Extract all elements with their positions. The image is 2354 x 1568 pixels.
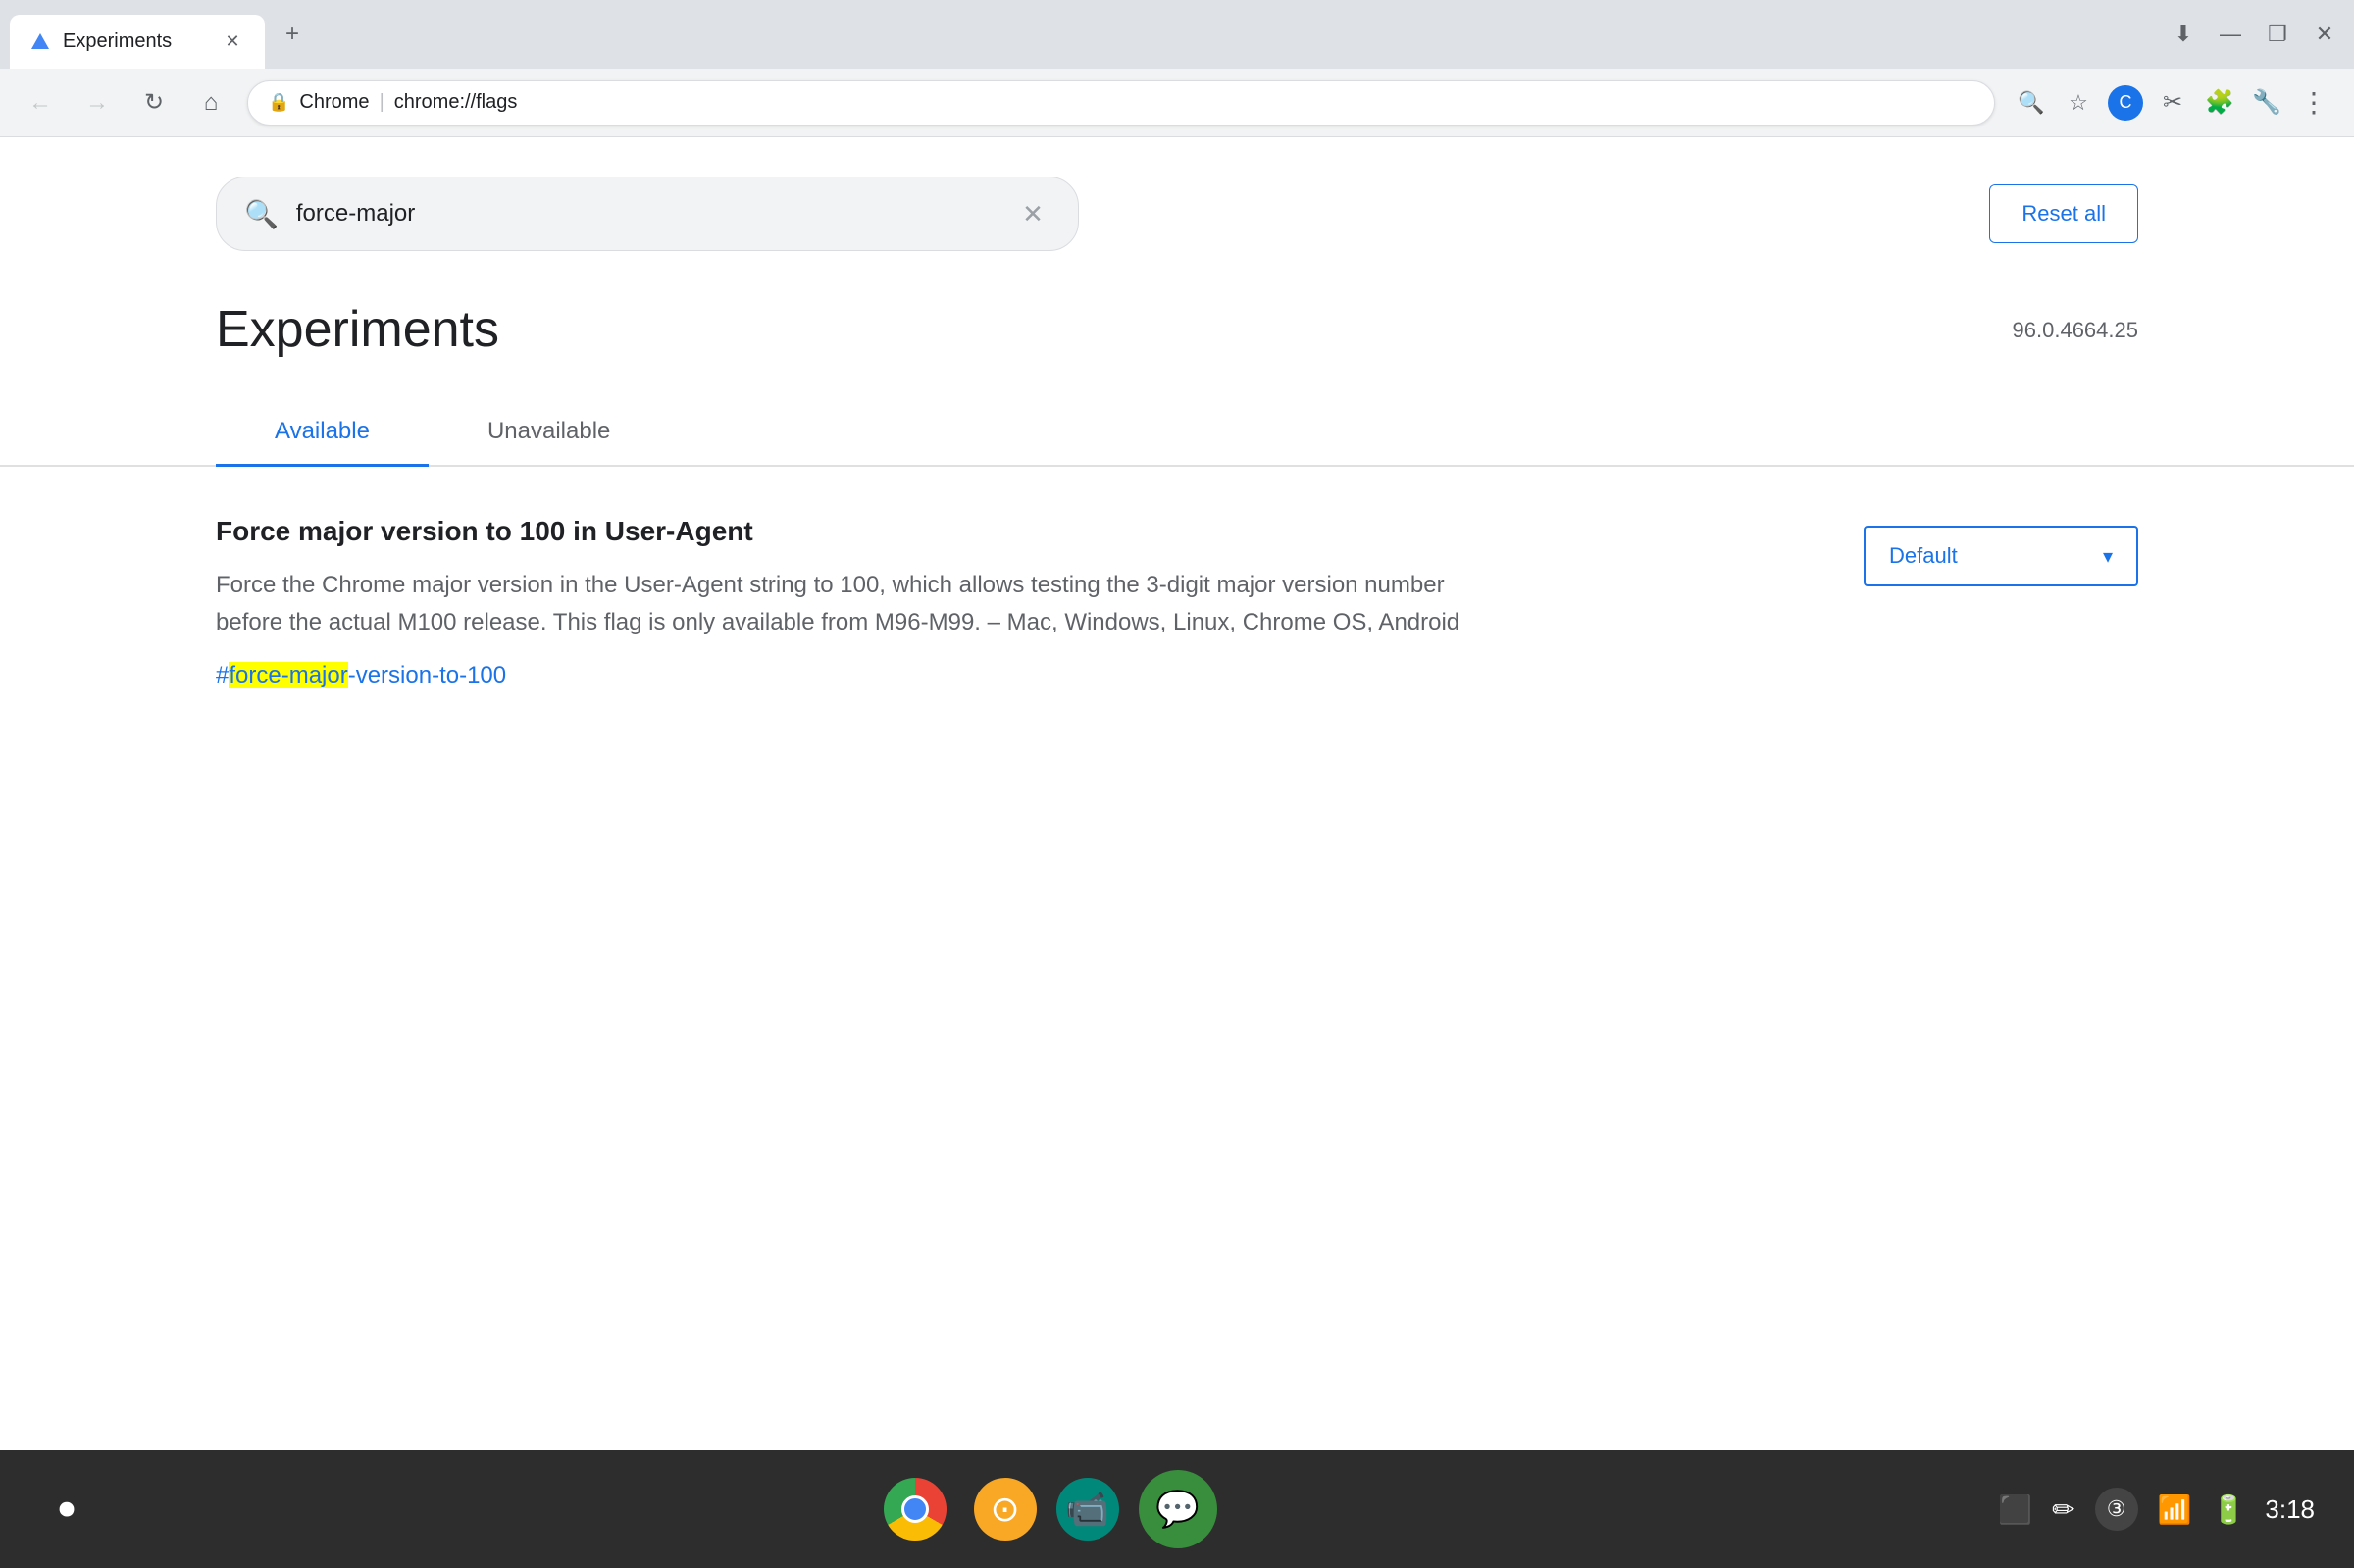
tab-unavailable[interactable]: Unavailable <box>429 398 669 465</box>
tabs-container: Available Unavailable <box>0 359 2354 467</box>
taskbar-meet-icon[interactable]: 📹 <box>1056 1478 1119 1541</box>
taskbar-battery-icon[interactable]: 🔋 <box>2212 1493 2246 1526</box>
version-text: 96.0.4664.25 <box>2013 318 2138 343</box>
flag-title: Force major version to 100 in User-Agent <box>216 516 1491 547</box>
taskbar-clock: 3:18 <box>2265 1494 2315 1525</box>
menu-button[interactable]: ⋮ <box>2293 82 2334 124</box>
taskbar-center: ⊙ 📹 💬 <box>114 1470 1978 1548</box>
address-site-label: Chrome <box>299 91 369 114</box>
tab-close-button[interactable]: ✕ <box>220 29 245 55</box>
window-controls: ⬇ — ❐ ✕ <box>2164 15 2344 54</box>
taskbar-record-icon[interactable]: ⏺ <box>39 1482 94 1537</box>
search-icon: 🔍 <box>244 198 279 230</box>
flag-dropdown-wrapper: Default ▾ <box>1844 526 2138 586</box>
refresh-button[interactable]: ↻ <box>133 82 175 124</box>
close-button[interactable]: ✕ <box>2305 15 2344 54</box>
flag-dropdown-value: Default <box>1889 543 1958 569</box>
tab-available[interactable]: Available <box>216 398 429 465</box>
new-tab-button[interactable]: + <box>271 13 314 56</box>
title-bar: Experiments ✕ + ⬇ — ❐ ✕ <box>0 0 2354 69</box>
flag-link-hash: # <box>216 662 229 688</box>
search-area: 🔍 ✕ Reset all <box>0 137 2354 251</box>
reset-all-button[interactable]: Reset all <box>1989 184 2138 243</box>
search-box[interactable]: 🔍 ✕ <box>216 177 1079 251</box>
puzzle-extension-icon[interactable]: 🧩 <box>2199 82 2240 124</box>
taskbar-screenshot-icon[interactable]: ⬛ <box>1998 1493 2032 1526</box>
flag-dropdown[interactable]: Default ▾ <box>1864 526 2138 586</box>
tab-title: Experiments <box>63 30 208 53</box>
flag-row: Force major version to 100 in User-Agent… <box>216 516 2138 689</box>
flag-section: Force major version to 100 in User-Agent… <box>0 467 2354 738</box>
experiments-header: Experiments 96.0.4664.25 <box>0 251 2354 359</box>
address-bar[interactable]: 🔒 Chrome | chrome://flags <box>247 80 1995 126</box>
home-button[interactable]: ⌂ <box>190 82 231 124</box>
maximize-button[interactable]: ❐ <box>2258 15 2297 54</box>
flag-link-highlighted: force-major <box>229 662 347 688</box>
flag-link[interactable]: #force-major-version-to-100 <box>216 662 1491 689</box>
search-clear-button[interactable]: ✕ <box>1015 196 1050 231</box>
flag-anchor[interactable]: #force-major-version-to-100 <box>216 662 506 688</box>
browser-toolbar: ← → ↻ ⌂ 🔒 Chrome | chrome://flags 🔍 ☆ C … <box>0 69 2354 137</box>
tab-favicon <box>29 31 51 53</box>
taskbar-wifi-icon[interactable]: 📶 <box>2158 1493 2192 1526</box>
search-input[interactable] <box>296 200 998 228</box>
page-title: Experiments <box>216 300 499 359</box>
flag-info: Force major version to 100 in User-Agent… <box>216 516 1491 689</box>
forward-button[interactable]: → <box>77 82 118 124</box>
chrome-inner-circle <box>901 1495 929 1523</box>
taskbar-chrome-icon[interactable] <box>876 1470 954 1548</box>
address-separator: | <box>380 91 384 114</box>
back-button[interactable]: ← <box>20 82 61 124</box>
flag-description: Force the Chrome major version in the Us… <box>216 567 1491 642</box>
taskbar-yellow-app-icon[interactable]: ⊙ <box>974 1478 1037 1541</box>
address-url-text: chrome://flags <box>394 91 1974 114</box>
active-tab[interactable]: Experiments ✕ <box>10 15 265 69</box>
custom-extension-icon[interactable]: 🔧 <box>2246 82 2287 124</box>
page-content: 🔍 ✕ Reset all Experiments 96.0.4664.25 A… <box>0 137 2354 1450</box>
minimize-button[interactable]: — <box>2211 15 2250 54</box>
taskbar-right: ⬛ ✏ ③ 📶 🔋 3:18 <box>1998 1488 2315 1531</box>
bookmark-icon[interactable]: ☆ <box>2058 82 2099 124</box>
taskbar-left: ⏺ <box>39 1482 94 1537</box>
flag-link-rest: -version-to-100 <box>348 662 506 688</box>
search-toolbar-icon[interactable]: 🔍 <box>2011 82 2052 124</box>
dropdown-arrow-icon: ▾ <box>2103 544 2113 569</box>
taskbar-pen-icon[interactable]: ✏ <box>2052 1493 2074 1526</box>
download-button[interactable]: ⬇ <box>2164 15 2203 54</box>
scissors-extension-icon[interactable]: ✂ <box>2152 82 2193 124</box>
avatar-icon[interactable]: C <box>2105 82 2146 124</box>
taskbar: ⏺ ⊙ 📹 💬 ⬛ ✏ ③ 📶 🔋 <box>0 1450 2354 1568</box>
taskbar-green-app-icon[interactable]: 💬 <box>1139 1470 1217 1548</box>
address-favicon-icon: 🔒 <box>268 92 289 113</box>
tab-strip: Experiments ✕ + <box>10 0 2164 69</box>
toolbar-icons: 🔍 ☆ C ✂ 🧩 🔧 ⋮ <box>2011 82 2334 124</box>
taskbar-notification-icon[interactable]: ③ <box>2095 1488 2138 1531</box>
